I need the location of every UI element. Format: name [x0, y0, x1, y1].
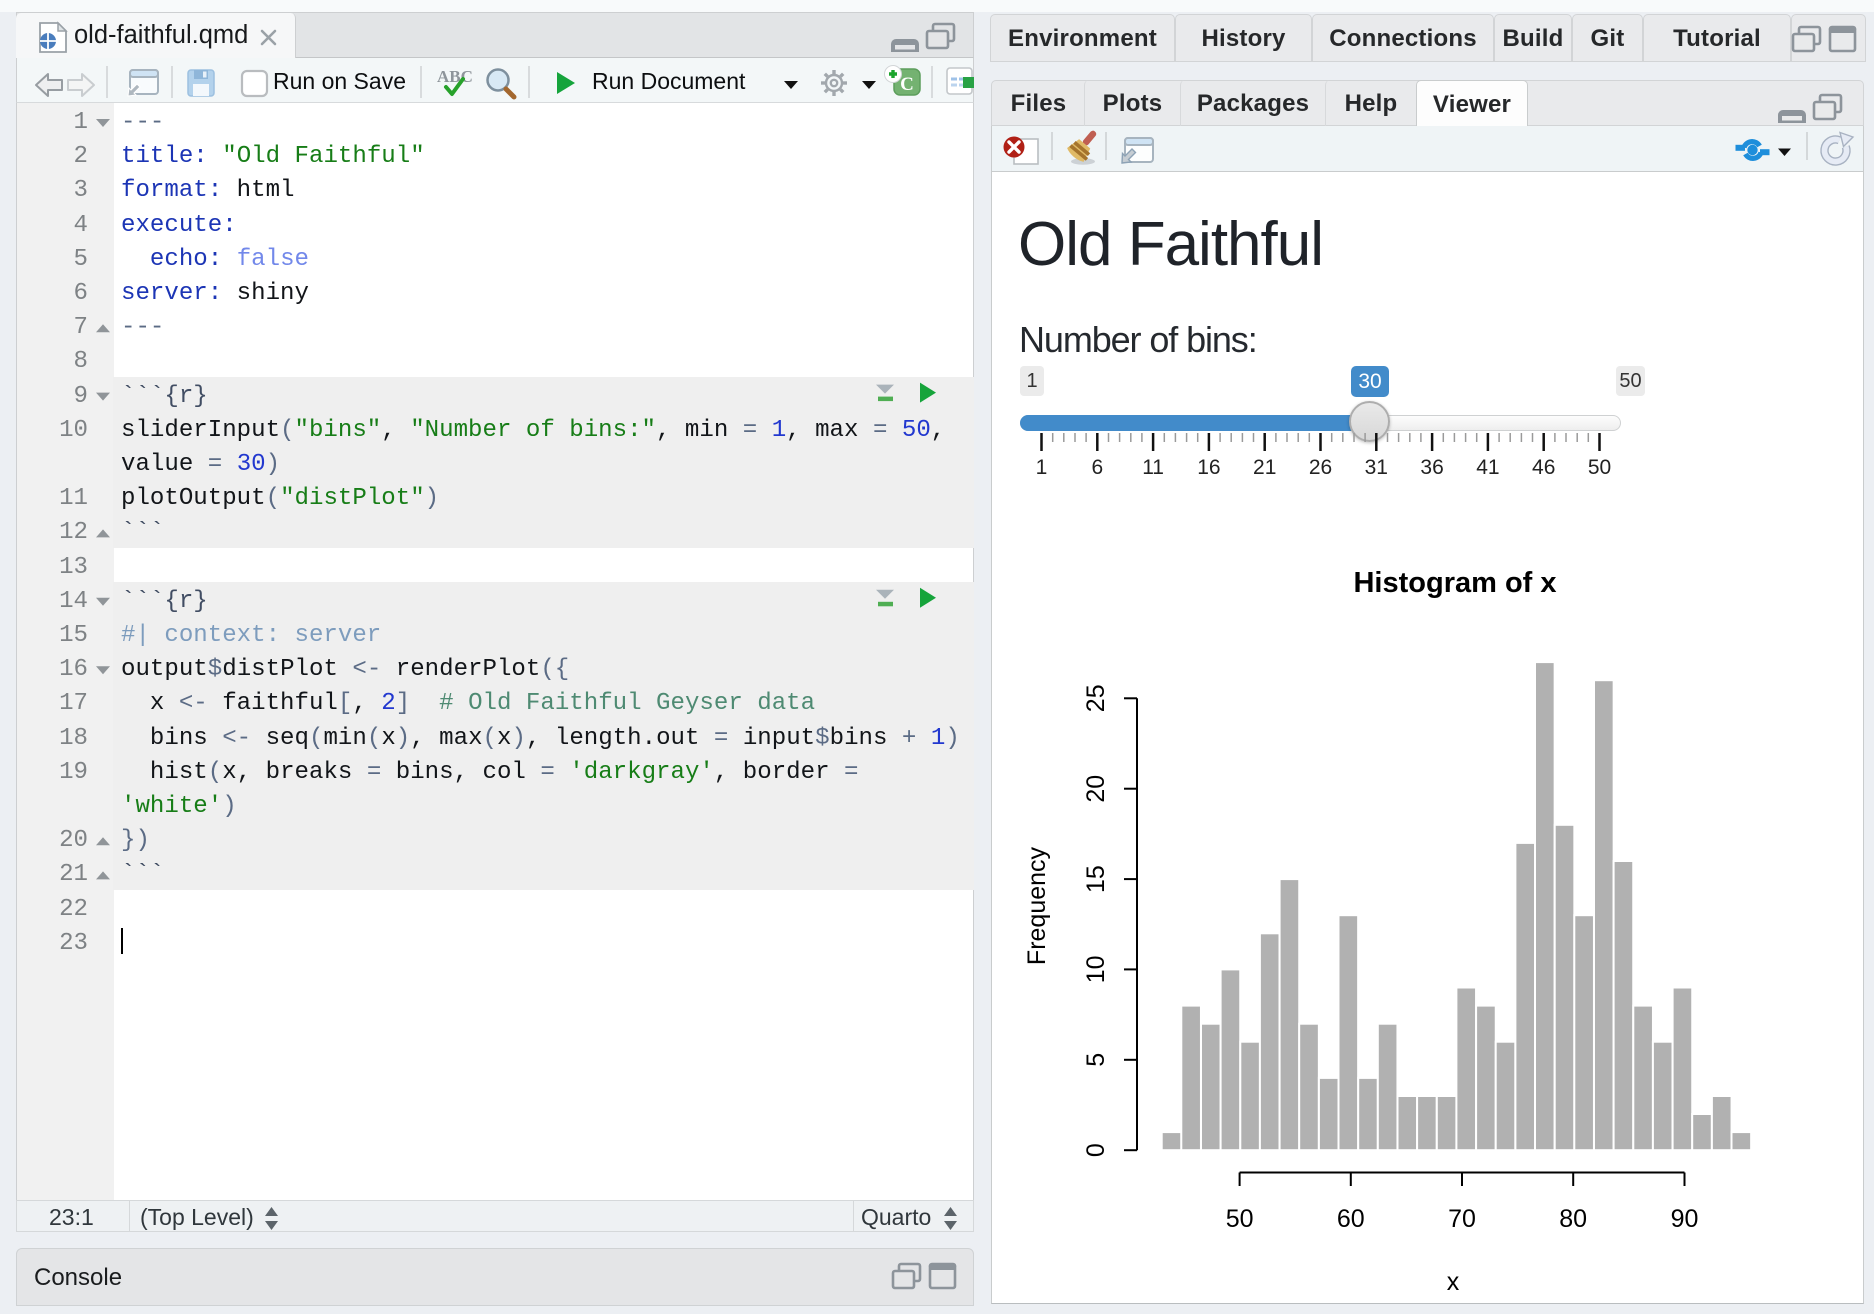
svg-text:41: 41	[1476, 456, 1499, 479]
svg-text:5: 5	[1082, 1053, 1110, 1067]
svg-text:11: 11	[1142, 456, 1164, 479]
svg-text:ABC: ABC	[437, 67, 473, 86]
svg-text:46: 46	[1532, 456, 1555, 479]
svg-text:Histogram of x: Histogram of x	[1353, 567, 1556, 599]
svg-text:20: 20	[1082, 775, 1110, 803]
svg-text:16: 16	[1197, 456, 1220, 479]
svg-text:1: 1	[1036, 456, 1048, 479]
svg-text:6: 6	[1091, 456, 1103, 479]
svg-text:50: 50	[1226, 1205, 1254, 1233]
svg-text:x: x	[1447, 1268, 1460, 1296]
svg-text:25: 25	[1082, 684, 1110, 712]
svg-text:36: 36	[1420, 456, 1443, 479]
svg-text:60: 60	[1337, 1205, 1365, 1233]
svg-text:C: C	[900, 74, 914, 95]
svg-text:15: 15	[1082, 865, 1110, 893]
svg-text:31: 31	[1365, 456, 1388, 479]
svg-text:90: 90	[1671, 1205, 1699, 1233]
svg-text:70: 70	[1448, 1205, 1476, 1233]
svg-text:26: 26	[1309, 456, 1332, 479]
svg-text:50: 50	[1588, 456, 1611, 479]
svg-text:10: 10	[1082, 955, 1110, 983]
svg-text:21: 21	[1253, 456, 1276, 479]
svg-text:80: 80	[1559, 1205, 1587, 1233]
svg-text:0: 0	[1082, 1143, 1110, 1157]
svg-text:Frequency: Frequency	[1023, 846, 1051, 965]
